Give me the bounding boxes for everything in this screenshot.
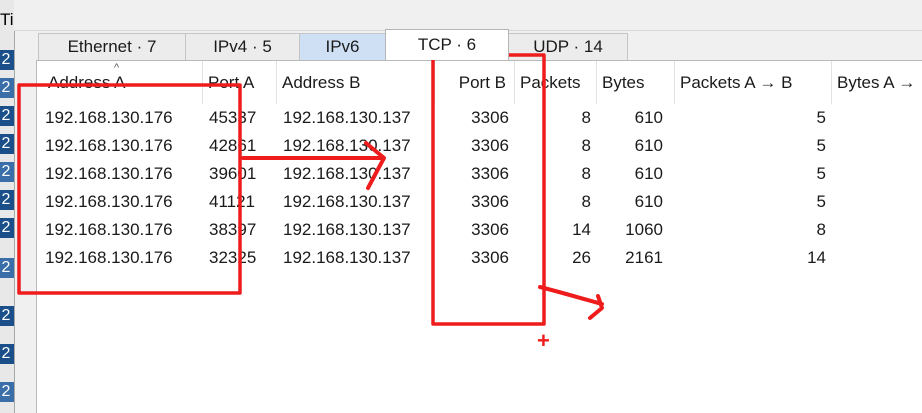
cell-port-b: 3306 [471, 136, 509, 155]
tab-ethernet[interactable]: Ethernet · 7 [38, 33, 186, 60]
cell-bytes-a-to-b [832, 188, 922, 216]
cell-packets: 8 [581, 136, 591, 155]
cell-address-b: 192.168.130.137 [283, 136, 411, 155]
sort-ascending-icon: ^ [114, 62, 120, 74]
cell-port-a: 45337 [209, 108, 257, 127]
table-row[interactable]: 192.168.130.176 38397 192.168.130.137 3306 1… [37, 216, 922, 244]
cell-bytes-a-to-b [832, 132, 922, 160]
cell-address-b: 192.168.130.137 [283, 192, 411, 211]
cell-port-a: 39601 [209, 164, 257, 183]
cell-port-b: 3306 [471, 248, 509, 267]
parent-list-fragment: 2 [0, 344, 14, 364]
table-row[interactable]: 192.168.130.176 39601 192.168.130.137 3306 8… [37, 160, 922, 188]
cell-address-b: 192.168.130.137 [283, 164, 411, 183]
cell-address-a: 192.168.130.176 [45, 248, 173, 267]
cell-port-a: 42861 [209, 136, 257, 155]
table-row[interactable]: 192.168.130.176 45337 192.168.130.137 3306 8… [37, 104, 922, 132]
parent-window-text-fragment: Ti [0, 10, 14, 29]
cell-packets: 8 [581, 164, 591, 183]
cell-bytes-a-to-b: 1 [832, 244, 922, 272]
column-header-port-a[interactable]: Port A [203, 61, 277, 104]
column-header-label: Bytes A → [837, 72, 916, 92]
column-header-label: Bytes [602, 72, 645, 92]
table-row[interactable]: 192.168.130.176 41121 192.168.130.137 3306 8… [37, 188, 922, 216]
conversations-window: Ti 2 2 2 2 2 2 2 2 2 2 2 Ethernet · 7 IP… [0, 0, 922, 413]
cell-packets-a-to-b: 8 [816, 220, 826, 239]
parent-list-fragment: 2 [0, 134, 14, 154]
cell-packets: 26 [572, 248, 591, 267]
column-header-label: Address B [282, 72, 361, 92]
cell-port-b: 3306 [471, 192, 509, 211]
protocol-tab-bar: Ethernet · 7 IPv4 · 5 IPv6 TCP · 6 UDP ·… [38, 29, 628, 60]
tab-ipv4[interactable]: IPv4 · 5 [185, 33, 300, 60]
column-header-label: Address A [48, 72, 126, 92]
parent-list-fragment: 2 [0, 190, 14, 210]
table-row[interactable]: 192.168.130.176 42861 192.168.130.137 3306 8… [37, 132, 922, 160]
cell-port-b: 3306 [471, 220, 509, 239]
cell-packets-a-to-b: 5 [816, 164, 826, 183]
parent-list-fragment: 2 [0, 382, 14, 402]
cell-port-a: 41121 [209, 192, 256, 211]
cell-bytes-a-to-b [832, 216, 922, 244]
cell-bytes-a-to-b [832, 160, 922, 188]
cell-address-a: 192.168.130.176 [45, 108, 173, 127]
cell-bytes: 2161 [625, 248, 663, 267]
cell-bytes: 610 [634, 192, 663, 211]
tab-udp[interactable]: UDP · 14 [508, 33, 628, 60]
cell-address-b: 192.168.130.137 [283, 108, 411, 127]
cell-port-a: 32325 [209, 248, 257, 267]
window-top-area [14, 0, 922, 31]
cell-port-a: 38397 [209, 220, 257, 239]
cell-address-a: 192.168.130.176 [45, 164, 173, 183]
column-header-bytes-a-to-b[interactable]: Bytes A → [832, 61, 922, 104]
column-header-label: Port A [208, 72, 255, 92]
column-header-label: Port B [458, 72, 506, 92]
cell-bytes: 610 [634, 164, 663, 183]
column-header-label: Packets [520, 72, 581, 92]
parent-list-fragment: 2 [0, 50, 14, 70]
cell-packets-a-to-b: 5 [816, 108, 826, 127]
column-header-port-b[interactable]: Port B [435, 61, 515, 104]
tcp-conversations-table: Address A ^ Port A Address B Port B Pack… [36, 60, 922, 413]
parent-list-fragment: 2 [0, 306, 14, 326]
cell-packets-a-to-b: 5 [816, 192, 826, 211]
parent-window-edge: Ti 2 2 2 2 2 2 2 2 2 2 2 [0, 0, 15, 413]
cell-address-b: 192.168.130.137 [283, 220, 411, 239]
parent-list-fragment: 2 [0, 258, 14, 278]
cell-packets: 8 [581, 108, 591, 127]
parent-list-fragment: 2 [0, 218, 14, 238]
cell-bytes: 610 [634, 108, 663, 127]
cell-port-b: 3306 [471, 164, 509, 183]
table-row[interactable]: 192.168.130.176 32325 192.168.130.137 3306 2… [37, 244, 922, 272]
cell-address-a: 192.168.130.176 [45, 136, 173, 155]
cell-port-b: 3306 [471, 108, 509, 127]
column-header-address-a[interactable]: Address A ^ [37, 61, 203, 104]
cell-packets: 14 [572, 220, 591, 239]
cell-packets-a-to-b: 5 [816, 136, 826, 155]
column-header-label: Packets A → B [680, 72, 793, 92]
column-header-address-b[interactable]: Address B [277, 61, 435, 104]
cell-packets: 8 [581, 192, 591, 211]
column-header-packets-a-to-b[interactable]: Packets A → B [675, 61, 832, 104]
tab-tcp[interactable]: TCP · 6 [385, 29, 509, 60]
cell-packets-a-to-b: 14 [807, 248, 826, 267]
cell-bytes: 1060 [625, 220, 663, 239]
parent-list-fragment: 2 [0, 106, 14, 126]
tab-ipv6[interactable]: IPv6 [299, 33, 386, 60]
cell-address-a: 192.168.130.176 [45, 192, 173, 211]
parent-list-fragment: 2 [0, 162, 14, 182]
table-header-row: Address A ^ Port A Address B Port B Pack… [37, 61, 922, 104]
parent-list-fragment: 2 [0, 78, 14, 98]
cell-bytes: 610 [634, 136, 663, 155]
column-header-packets[interactable]: Packets [515, 61, 597, 104]
cell-address-a: 192.168.130.176 [45, 220, 173, 239]
cell-address-b: 192.168.130.137 [283, 248, 411, 267]
column-header-bytes[interactable]: Bytes [597, 61, 675, 104]
cell-bytes-a-to-b [832, 104, 922, 132]
